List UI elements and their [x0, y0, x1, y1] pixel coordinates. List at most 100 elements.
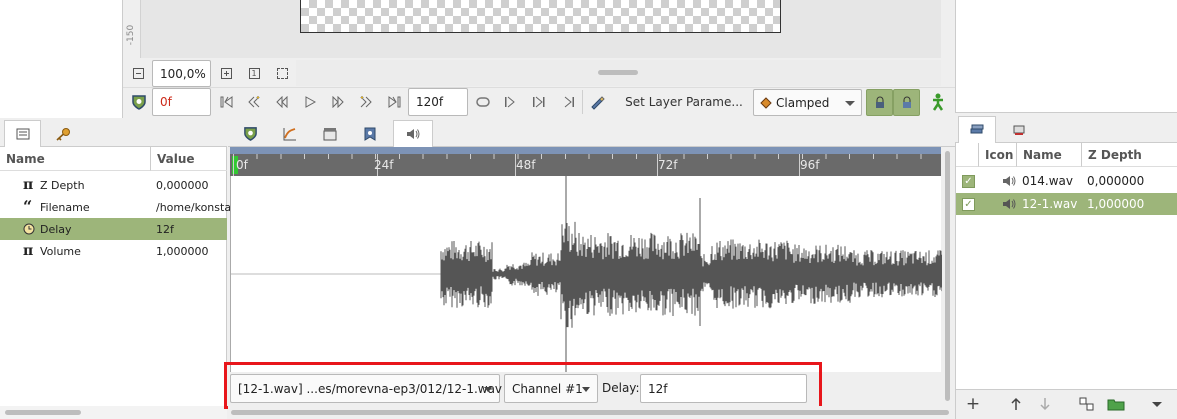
param-row[interactable]: π Volume 1,000000 — [0, 240, 227, 262]
current-frame-input[interactable]: 0f — [152, 88, 211, 116]
pen-tool-button[interactable] — [587, 93, 607, 111]
col-name-label: Name — [6, 151, 45, 166]
vertical-ruler: -150 — [123, 0, 141, 58]
current-frame-value: 0f — [160, 95, 172, 109]
canvas-hscroll-track[interactable] — [296, 60, 941, 86]
timeline-vscroll[interactable] — [943, 147, 953, 403]
layer-row[interactable]: ✓ 014.wav 0,000000 — [956, 170, 1177, 192]
layer-row-selected[interactable]: ✓ 12-1.wav 1,000000 — [956, 193, 1177, 215]
col-zdepth-label: Z Depth — [1088, 147, 1142, 162]
clock-icon — [23, 223, 35, 235]
pi-icon: π — [23, 177, 34, 193]
col-name-label: Name — [1023, 147, 1062, 162]
layer-checkbox[interactable]: ✓ — [962, 197, 975, 211]
add-layer-button[interactable]: + — [963, 394, 983, 414]
tab-library-panel[interactable] — [352, 120, 388, 147]
left-gutter — [0, 0, 123, 118]
seek-end-button[interactable] — [385, 94, 403, 110]
end-frame-input[interactable]: 120f — [408, 88, 468, 116]
ruler-tick-label: 0f — [236, 158, 248, 172]
prev-frame-button[interactable] — [273, 94, 291, 110]
timeline-vscroll-handle[interactable] — [945, 151, 950, 401]
layer-zdepth: 0,000000 — [1087, 174, 1145, 188]
duplicate-layer-button[interactable] — [1077, 395, 1097, 413]
onion-skin-button[interactable] — [928, 91, 948, 113]
zoom-in-button[interactable] — [218, 64, 234, 82]
zoom-fit-button[interactable] — [274, 64, 290, 82]
params-hscroll[interactable] — [0, 406, 227, 419]
layer-name: 014.wav — [1022, 174, 1073, 188]
prev-frame-icon — [276, 96, 288, 108]
params-hscroll-handle[interactable] — [5, 410, 81, 415]
right-top-panel — [955, 0, 1177, 113]
bound-upper-icon — [564, 96, 574, 108]
layers-header-name[interactable]: Name — [1017, 143, 1082, 167]
canvas-vscroll[interactable] — [941, 0, 953, 58]
zoom-100-button[interactable]: 1 — [246, 64, 262, 82]
param-row[interactable]: “ Filename /home/konsta — [0, 196, 231, 218]
lock-future-button[interactable] — [893, 89, 920, 116]
bound-lower-button[interactable] — [502, 94, 518, 110]
raise-layer-button[interactable] — [1006, 395, 1026, 413]
set-layer-params-button[interactable]: Set Layer Parame... — [622, 90, 746, 114]
canvas-viewport[interactable] — [141, 0, 941, 58]
tab-keyframes[interactable] — [312, 120, 348, 147]
loop-button[interactable] — [473, 94, 493, 110]
ruler-tick-label: 24f — [374, 158, 394, 172]
layer-zdepth: 1,000000 — [1087, 197, 1145, 211]
tab-navigator[interactable] — [232, 120, 268, 147]
layers-icon — [970, 124, 984, 134]
plus-box-icon — [220, 67, 232, 79]
arrow-down-icon — [1040, 398, 1050, 411]
next-frame-button[interactable] — [329, 94, 347, 110]
col-icon-label: Icon — [985, 147, 1014, 162]
lower-layer-button[interactable] — [1035, 395, 1055, 413]
timeline-hscroll-handle[interactable] — [231, 410, 949, 415]
tab-library[interactable] — [44, 120, 81, 147]
next-keyframe-button[interactable] — [357, 94, 375, 110]
prev-keyframe-button[interactable] — [245, 94, 263, 110]
ruler-minor-ticks — [233, 154, 941, 159]
tab-layers[interactable] — [958, 116, 996, 143]
seek-begin-button[interactable] — [218, 94, 236, 110]
param-name: Volume — [40, 244, 81, 258]
bound-lower-icon — [505, 96, 515, 108]
param-row[interactable]: π Z Depth 0,000000 — [0, 174, 227, 196]
interpolation-select[interactable]: Clamped — [753, 89, 862, 116]
tab-curves[interactable] — [272, 120, 308, 147]
layers-header-icon[interactable]: Icon — [979, 143, 1017, 167]
time-ruler[interactable]: 0f 24f 48f 72f 96f — [230, 154, 941, 176]
zoom-out-button[interactable] — [130, 64, 146, 82]
loop-icon — [476, 97, 490, 107]
canvas-checkerboard — [300, 0, 781, 33]
chevron-down-icon — [1152, 401, 1162, 407]
params-header-name[interactable]: Name — [0, 147, 151, 171]
layers-header-zdepth[interactable]: Z Depth — [1082, 143, 1177, 167]
params-header-value[interactable]: Value — [151, 147, 227, 171]
param-name: Z Depth — [40, 178, 85, 192]
play-button[interactable] — [301, 94, 319, 110]
lock-past-button[interactable] — [866, 89, 893, 116]
zoom-input[interactable]: 100,0% — [152, 60, 211, 87]
shield-icon — [132, 95, 146, 110]
timeline-hscroll[interactable] — [228, 406, 955, 419]
bound-middle-button[interactable] — [531, 94, 547, 110]
tab-sound[interactable] — [393, 120, 433, 147]
bound-middle-icon — [533, 96, 545, 108]
tab-params[interactable] — [4, 120, 41, 147]
clapper-icon — [323, 128, 337, 141]
animation-mode-button[interactable] — [129, 92, 149, 112]
timebar-range[interactable] — [230, 147, 941, 154]
layers-header-toggle[interactable] — [956, 143, 979, 167]
key-icon — [55, 127, 70, 141]
tab-sets[interactable] — [1000, 116, 1038, 143]
layers-menu-button[interactable] — [1147, 395, 1167, 413]
group-layer-button[interactable] — [1105, 395, 1127, 413]
param-value: 1,000000 — [156, 244, 209, 258]
layer-checkbox[interactable]: ✓ — [962, 174, 975, 188]
diamond-icon — [760, 96, 772, 109]
param-row-selected[interactable]: Delay 12f — [0, 218, 227, 240]
canvas-hscroll-handle[interactable] — [598, 70, 638, 75]
layer-name: 12-1.wav — [1022, 197, 1078, 211]
bound-upper-button[interactable] — [561, 94, 577, 110]
